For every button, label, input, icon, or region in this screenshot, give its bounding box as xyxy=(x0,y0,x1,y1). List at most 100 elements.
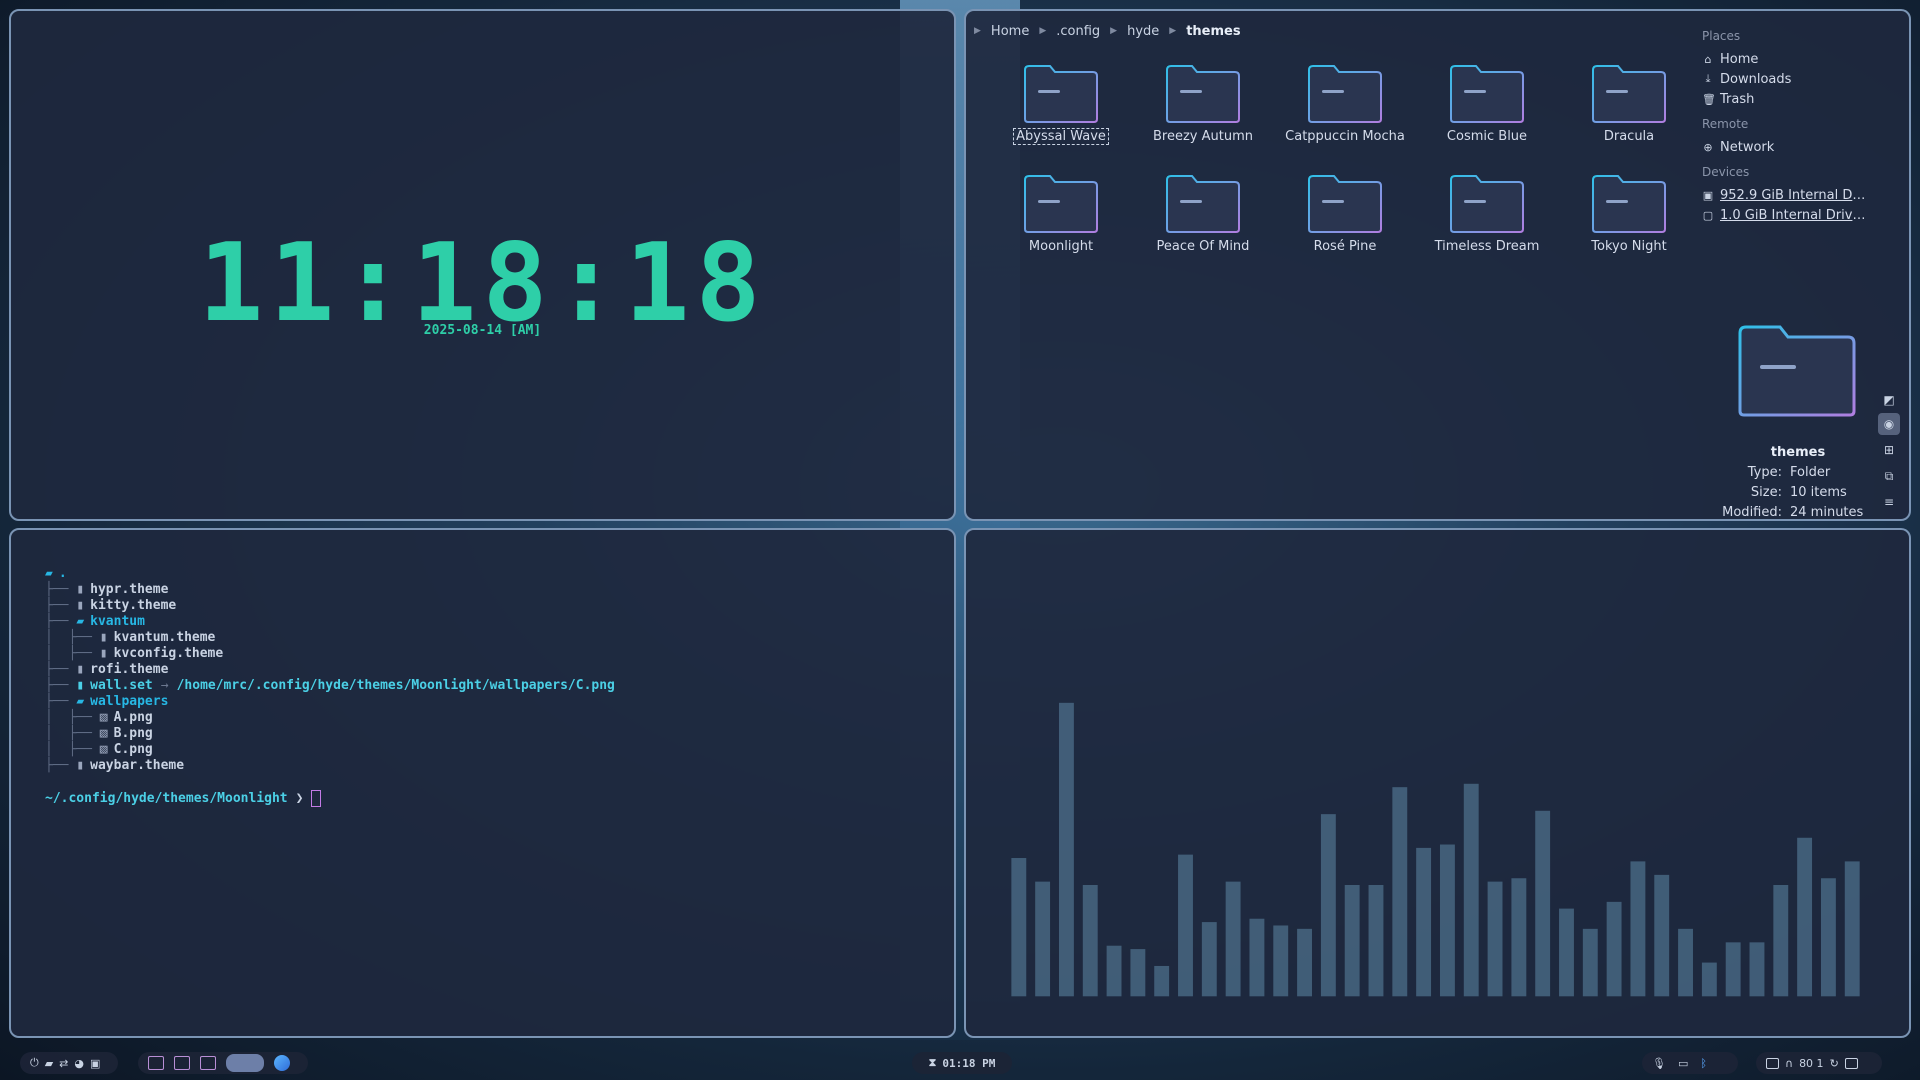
place-home[interactable]: ⌂ Home xyxy=(1702,49,1892,69)
file-icon: ▮ xyxy=(76,758,85,773)
place-downloads[interactable]: ⤓ Downloads xyxy=(1702,69,1892,89)
network-icon: ⊕ xyxy=(1703,140,1713,154)
visualizer-bar xyxy=(1154,965,1170,997)
visualizer-bar xyxy=(1749,942,1765,997)
preview-size: Size: 10 items xyxy=(1706,485,1906,500)
visualizer-bar xyxy=(1106,945,1122,997)
folder-item[interactable]: Dracula xyxy=(1558,63,1700,159)
file-tree: ▰. ├── ▮ hypr.theme ├── ▮ kitty.theme ├── ▰ kv… xyxy=(45,566,615,774)
visualizer-bar xyxy=(1130,949,1146,997)
folder-icon xyxy=(1308,175,1382,233)
visualizer-bar xyxy=(1249,918,1265,997)
tree-guide: ├── xyxy=(45,758,77,773)
workspace-1-icon[interactable] xyxy=(148,1056,164,1070)
new-folder-icon[interactable]: ⊞ xyxy=(1878,439,1900,461)
devices-heading: Devices xyxy=(1702,165,1750,179)
bluetooth-icon[interactable]: ᛒ xyxy=(1700,1057,1707,1070)
breadcrumb-themes[interactable]: themes xyxy=(1186,24,1240,39)
image-file-icon: ▧ xyxy=(99,726,108,741)
headphones-icon[interactable]: ∩ xyxy=(1785,1057,1793,1070)
tree-guide: │ ├── xyxy=(45,646,100,661)
trash-icon: 🗑 xyxy=(1702,92,1716,106)
preview-key: Size: xyxy=(1750,485,1782,500)
link-file-icon: ▮ xyxy=(76,678,85,693)
shell-prompt[interactable]: ~/.config/hyde/themes/Moonlight ❯ xyxy=(45,790,322,807)
swap-icon[interactable]: ⇄ xyxy=(59,1057,68,1070)
tree-entry-name: kvconfig.theme xyxy=(113,646,224,661)
folder-icon: ▰ xyxy=(76,694,85,709)
pin-icon[interactable]: ◩ xyxy=(1878,389,1900,411)
place-network[interactable]: ⊕ Network xyxy=(1702,137,1892,157)
folder-item[interactable]: Cosmic Blue xyxy=(1416,63,1558,159)
place-trash[interactable]: 🗑 Trash xyxy=(1702,89,1892,109)
keyboard-icon[interactable] xyxy=(1844,1057,1858,1069)
folder-item[interactable]: Tokyo Night xyxy=(1558,173,1700,269)
folder-item[interactable]: Moonlight xyxy=(990,173,1132,269)
breadcrumb-home[interactable]: Home xyxy=(991,24,1029,39)
tree-entry-name: waybar.theme xyxy=(90,758,185,773)
display-icon[interactable]: ▭ xyxy=(1678,1057,1688,1070)
refresh-icon[interactable]: ↻ xyxy=(1830,1057,1839,1070)
audio-visualizer-window[interactable] xyxy=(964,528,1911,1038)
visualizer-bar xyxy=(1439,844,1455,997)
device-drive-1[interactable]: ▣ 952.9 GiB Internal Driv... xyxy=(1702,185,1892,205)
places-panel: Places ⌂ Home ⤓ Downloads 🗑 Trash Remote ⊕ N… xyxy=(1702,21,1892,225)
workspace-3-icon[interactable] xyxy=(200,1056,216,1070)
folder-item[interactable]: Abyssal Wave xyxy=(990,63,1132,159)
visualizer-bar xyxy=(1773,884,1789,997)
file-manager-window[interactable]: ▶ Home ▶ .config ▶ hyde ▶ themes Abyssal… xyxy=(964,9,1911,521)
menu-icon[interactable]: ≡ xyxy=(1878,491,1900,513)
file-icon: ▮ xyxy=(76,662,85,677)
clock-date: 2025-08-14 [AM] xyxy=(423,323,542,338)
expand-icon[interactable]: ▶ xyxy=(974,26,981,36)
preview-value: 24 minutes xyxy=(1790,505,1864,520)
breadcrumb-config[interactable]: .config xyxy=(1056,24,1100,39)
power-icon[interactable]: ⏻ xyxy=(30,1056,39,1070)
folder-item[interactable]: Timeless Dream xyxy=(1416,173,1558,269)
place-label: Network xyxy=(1720,139,1775,155)
terminal-cursor xyxy=(311,790,322,807)
folder-label: Catppuccin Mocha xyxy=(1285,129,1405,144)
terminal-window[interactable]: ▰. ├── ▮ hypr.theme ├── ▮ kitty.theme ├── ▰ kv… xyxy=(9,528,956,1038)
folder-icon xyxy=(1166,65,1240,123)
folder-label: Abyssal Wave xyxy=(1013,128,1109,145)
visualizer-bar xyxy=(1058,702,1074,997)
window-icon[interactable] xyxy=(1766,1057,1779,1069)
palette-icon[interactable]: ◕ xyxy=(74,1057,84,1070)
breadcrumb-hyde[interactable]: hyde xyxy=(1127,24,1159,39)
camera-icon[interactable]: ▣ xyxy=(90,1057,100,1070)
visualizer-bar xyxy=(1201,922,1217,997)
folder-icon xyxy=(1308,65,1382,123)
visualizer-bar xyxy=(1416,847,1432,997)
tree-entry-name: rofi.theme xyxy=(90,662,169,677)
tree-entry: │ ├── ▮ kvantum.theme xyxy=(45,630,615,646)
clock-icon: ⧗ xyxy=(928,1056,937,1069)
chevron-right-icon: ▶ xyxy=(1039,26,1047,36)
device-drive-2[interactable]: ▢ 1.0 GiB Internal Drive (... xyxy=(1702,205,1892,225)
tree-guide: │ ├── xyxy=(45,726,100,741)
folder-label: Moonlight xyxy=(1028,239,1094,254)
device-label: 1.0 GiB Internal Drive (... xyxy=(1720,207,1870,223)
tree-root-name: . xyxy=(58,566,67,581)
folder-item[interactable]: Peace Of Mind xyxy=(1132,173,1274,269)
folder-item[interactable]: Catppuccin Mocha xyxy=(1274,63,1416,159)
workspace-active-icon[interactable] xyxy=(226,1054,264,1072)
tree-guide: │ ├── xyxy=(45,710,100,725)
visualizer-bar xyxy=(1273,925,1289,997)
tree-guide: ├── xyxy=(45,598,77,613)
folder-icon[interactable]: ▰ xyxy=(45,1057,53,1070)
clock-window[interactable]: 11:18:18 2025-08-14 [AM] xyxy=(9,9,956,521)
eye-icon[interactable]: ◉ xyxy=(1878,413,1900,435)
folder-item[interactable]: Rosé Pine xyxy=(1274,173,1416,269)
firefox-icon[interactable] xyxy=(274,1055,290,1071)
folder-item[interactable]: Breezy Autumn xyxy=(1132,63,1274,159)
visualizer-bar xyxy=(1368,884,1384,997)
copy-icon[interactable]: ⧉ xyxy=(1878,465,1900,487)
visualizer-bar xyxy=(1820,878,1836,997)
drive-icon: ▢ xyxy=(1702,208,1714,222)
microphone-icon[interactable]: 🎙 xyxy=(1652,1057,1666,1070)
visualizer-bar xyxy=(1487,881,1503,997)
workspace-2-icon[interactable] xyxy=(174,1056,190,1070)
bar-clock[interactable]: ⧗ 01:18 PM xyxy=(912,1052,1012,1074)
tree-entry: │ ├── ▧ B.png xyxy=(45,726,615,742)
